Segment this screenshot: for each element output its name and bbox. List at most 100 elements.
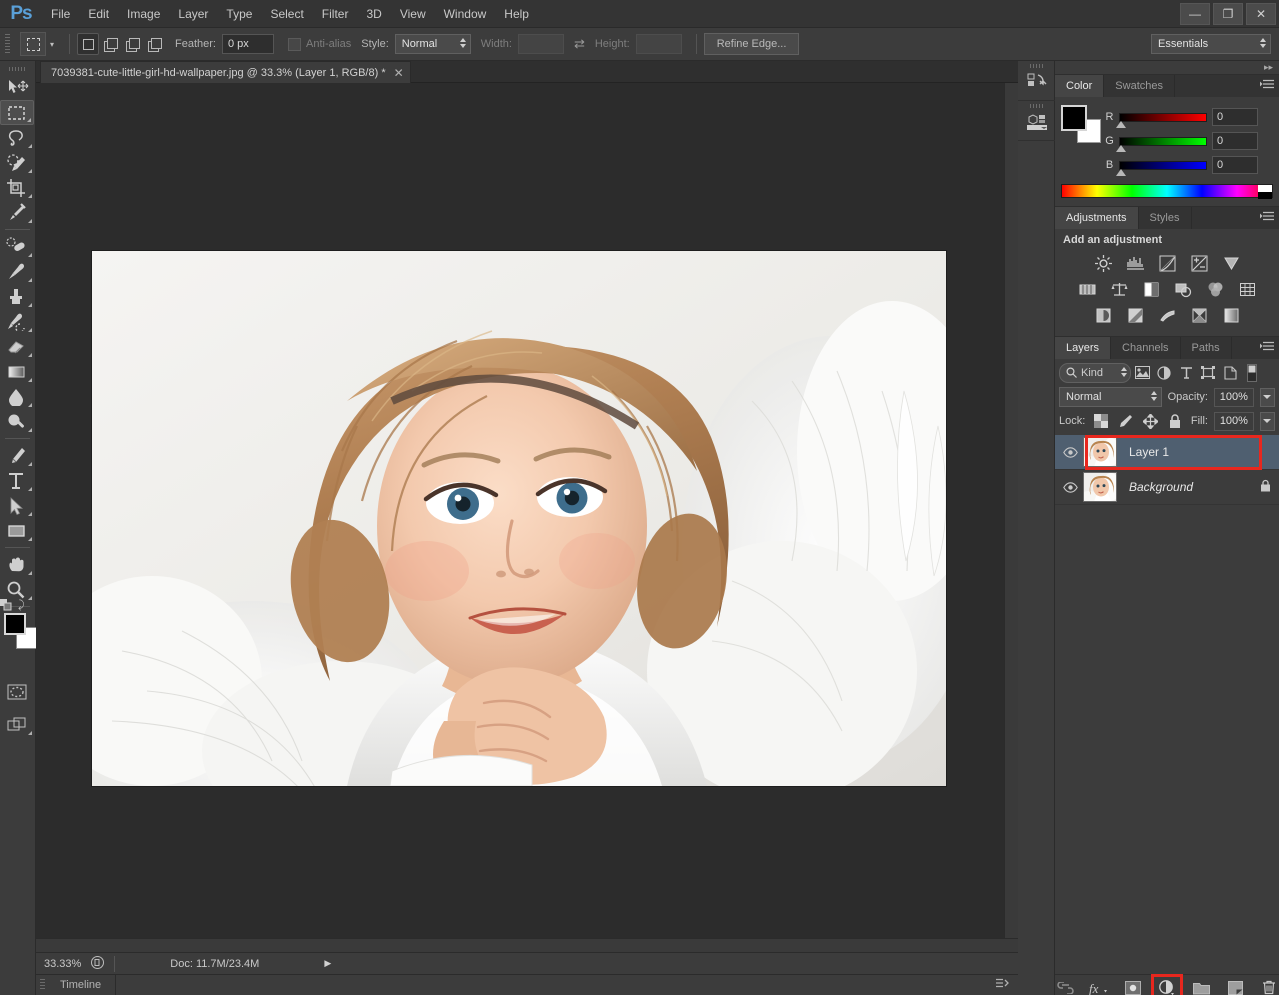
black-and-white-icon[interactable] bbox=[1141, 279, 1161, 299]
lock-transparent-pixels-icon[interactable] bbox=[1091, 411, 1110, 431]
history-panel-button[interactable] bbox=[1018, 61, 1055, 101]
channel-track-b[interactable] bbox=[1119, 161, 1207, 170]
add-layer-style-icon[interactable]: fx bbox=[1089, 978, 1109, 995]
layer-thumbnail[interactable] bbox=[1083, 437, 1117, 467]
layers-panel-menu-icon[interactable] bbox=[1260, 341, 1274, 353]
vibrance-icon[interactable] bbox=[1221, 253, 1241, 273]
channel-track-r[interactable] bbox=[1119, 113, 1207, 122]
brightness-contrast-icon[interactable] bbox=[1093, 253, 1113, 273]
opacity-input[interactable]: 100% bbox=[1214, 388, 1254, 407]
channel-thumb-b[interactable] bbox=[1116, 169, 1126, 176]
filter-toggle-switch[interactable] bbox=[1241, 363, 1263, 383]
close-icon[interactable]: ✕ bbox=[394, 67, 404, 79]
layer-name[interactable]: Background bbox=[1129, 480, 1193, 494]
move-tool[interactable] bbox=[0, 75, 34, 100]
lock-all-icon[interactable] bbox=[1166, 411, 1185, 431]
path-selection-tool[interactable] bbox=[0, 493, 34, 518]
layer-visibility-toggle[interactable] bbox=[1057, 447, 1083, 458]
anti-alias-checkbox[interactable] bbox=[288, 38, 301, 51]
status-bar-chevron-right-icon[interactable]: ▶ bbox=[324, 958, 331, 969]
properties-panel-button[interactable] bbox=[1018, 101, 1055, 141]
rectangular-marquee-tool[interactable] bbox=[0, 100, 34, 125]
fill-chevron-down-icon[interactable] bbox=[1260, 412, 1275, 431]
timeline-grip[interactable] bbox=[36, 979, 48, 991]
layer-name[interactable]: Layer 1 bbox=[1129, 445, 1169, 459]
eyedropper-tool[interactable] bbox=[0, 200, 34, 225]
menu-type[interactable]: Type bbox=[217, 0, 261, 28]
feather-input[interactable]: 0 px bbox=[222, 34, 274, 54]
tab-color[interactable]: Color bbox=[1055, 75, 1104, 97]
invert-icon[interactable] bbox=[1093, 305, 1113, 325]
channel-thumb-g[interactable] bbox=[1116, 145, 1126, 152]
history-brush-tool[interactable] bbox=[0, 309, 34, 334]
hue-saturation-icon[interactable] bbox=[1077, 279, 1097, 299]
link-layers-icon[interactable] bbox=[1055, 978, 1075, 995]
color-panel-menu-icon[interactable] bbox=[1260, 79, 1274, 91]
intersect-selection-button[interactable] bbox=[143, 33, 165, 55]
new-group-icon[interactable] bbox=[1191, 978, 1211, 995]
layer-kind-select[interactable]: Kind bbox=[1059, 363, 1131, 383]
channel-thumb-r[interactable] bbox=[1116, 121, 1126, 128]
screen-mode-button[interactable] bbox=[0, 712, 34, 737]
menu-view[interactable]: View bbox=[391, 0, 435, 28]
foreground-color-swatch[interactable] bbox=[4, 613, 26, 635]
menu-layer[interactable]: Layer bbox=[169, 0, 217, 28]
tab-channels[interactable]: Channels bbox=[1111, 337, 1180, 359]
filter-type-icon[interactable] bbox=[1175, 363, 1197, 383]
rectangle-tool[interactable] bbox=[0, 518, 34, 543]
hand-tool[interactable] bbox=[0, 552, 34, 577]
opacity-chevron-down-icon[interactable] bbox=[1260, 388, 1275, 407]
filter-shape-icon[interactable] bbox=[1197, 363, 1219, 383]
minimize-button[interactable]: — bbox=[1180, 3, 1210, 25]
photo-filter-icon[interactable] bbox=[1173, 279, 1193, 299]
canvas-horizontal-scrollbar[interactable] bbox=[36, 938, 1018, 952]
gradient-map-icon[interactable] bbox=[1189, 305, 1209, 325]
workspace-select[interactable]: Essentials bbox=[1151, 34, 1271, 54]
menu-window[interactable]: Window bbox=[435, 0, 496, 28]
menu-select[interactable]: Select bbox=[261, 0, 312, 28]
menu-edit[interactable]: Edit bbox=[79, 0, 118, 28]
swap-colors-icon[interactable]: ⤸ bbox=[18, 599, 25, 612]
refine-edge-button[interactable]: Refine Edge... bbox=[704, 33, 800, 55]
close-button[interactable]: ✕ bbox=[1246, 3, 1276, 25]
filter-smart-object-icon[interactable] bbox=[1219, 363, 1241, 383]
exposure-icon[interactable] bbox=[1189, 253, 1209, 273]
channel-input-g[interactable]: 0 bbox=[1212, 132, 1258, 150]
menu-image[interactable]: Image bbox=[118, 0, 169, 28]
color-spectrum-bar[interactable] bbox=[1061, 184, 1273, 198]
tab-paths[interactable]: Paths bbox=[1181, 337, 1232, 359]
menu-3d[interactable]: 3D bbox=[357, 0, 390, 28]
document-tab[interactable]: 7039381-cute-little-girl-hd-wallpaper.jp… bbox=[40, 61, 411, 83]
delete-layer-icon[interactable] bbox=[1259, 978, 1279, 995]
dodge-tool[interactable] bbox=[0, 409, 34, 434]
curves-icon[interactable] bbox=[1157, 253, 1177, 273]
zoom-level[interactable]: 33.33% bbox=[44, 958, 81, 970]
menu-help[interactable]: Help bbox=[495, 0, 538, 28]
layer-thumbnail[interactable] bbox=[1083, 472, 1117, 502]
blend-mode-select[interactable]: Normal bbox=[1059, 387, 1162, 407]
crop-tool[interactable] bbox=[0, 175, 34, 200]
filter-pixel-icon[interactable] bbox=[1131, 363, 1153, 383]
quick-mask-button[interactable] bbox=[0, 679, 34, 704]
gradient-tool[interactable] bbox=[0, 359, 34, 384]
filter-adjustment-icon[interactable] bbox=[1153, 363, 1175, 383]
canvas-vertical-scrollbar[interactable] bbox=[1004, 83, 1018, 952]
adjustments-panel-menu-icon[interactable] bbox=[1260, 211, 1274, 223]
width-input[interactable] bbox=[518, 34, 564, 54]
tab-layers[interactable]: Layers bbox=[1055, 337, 1111, 359]
add-to-selection-button[interactable] bbox=[99, 33, 121, 55]
channel-input-b[interactable]: 0 bbox=[1212, 156, 1258, 174]
pen-tool[interactable] bbox=[0, 443, 34, 468]
tool-preset-chevron-down-icon[interactable]: ▾ bbox=[50, 40, 54, 49]
timeline-panel-menu-icon[interactable] bbox=[996, 978, 1010, 992]
menu-file[interactable]: File bbox=[42, 0, 79, 28]
lock-image-pixels-icon[interactable] bbox=[1116, 411, 1135, 431]
tools-panel-grip[interactable] bbox=[0, 63, 35, 75]
clone-stamp-tool[interactable] bbox=[0, 284, 34, 309]
tab-styles[interactable]: Styles bbox=[1139, 207, 1192, 229]
channel-track-g[interactable] bbox=[1119, 137, 1207, 146]
brush-tool[interactable] bbox=[0, 259, 34, 284]
add-layer-mask-icon[interactable] bbox=[1123, 978, 1143, 995]
menu-filter[interactable]: Filter bbox=[313, 0, 358, 28]
posterize-icon[interactable] bbox=[1125, 305, 1145, 325]
